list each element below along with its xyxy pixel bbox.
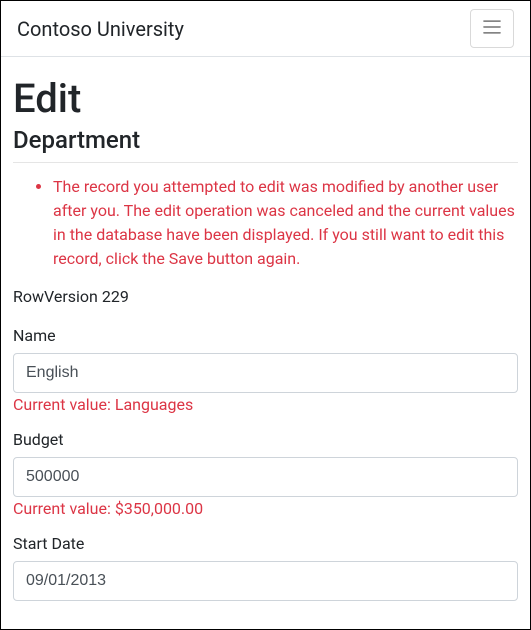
form-group-start-date: Start Date <box>13 534 518 601</box>
budget-label: Budget <box>13 430 518 449</box>
validation-summary: The record you attempted to edit was mod… <box>13 175 518 271</box>
start-date-input[interactable] <box>13 561 518 601</box>
hamburger-icon <box>481 16 503 41</box>
rowversion-value: 229 <box>102 287 129 306</box>
page-title: Edit <box>13 75 518 122</box>
name-label: Name <box>13 326 518 345</box>
name-error: Current value: Languages <box>13 395 518 414</box>
validation-message: The record you attempted to edit was mod… <box>53 175 518 271</box>
rowversion-display: RowVersion 229 <box>13 287 518 306</box>
form-group-name: Name Current value: Languages <box>13 326 518 414</box>
rowversion-label: RowVersion <box>13 287 98 306</box>
form-group-budget: Budget Current value: $350,000.00 <box>13 430 518 518</box>
navbar-toggler-button[interactable] <box>470 9 514 48</box>
navbar: Contoso University <box>1 1 530 57</box>
budget-input[interactable] <box>13 457 518 497</box>
navbar-brand[interactable]: Contoso University <box>17 17 184 41</box>
divider <box>13 162 518 163</box>
budget-error: Current value: $350,000.00 <box>13 499 518 518</box>
name-input[interactable] <box>13 353 518 393</box>
start-date-label: Start Date <box>13 534 518 553</box>
page-subtitle: Department <box>13 126 518 154</box>
main-container: Edit Department The record you attempted… <box>1 57 530 601</box>
